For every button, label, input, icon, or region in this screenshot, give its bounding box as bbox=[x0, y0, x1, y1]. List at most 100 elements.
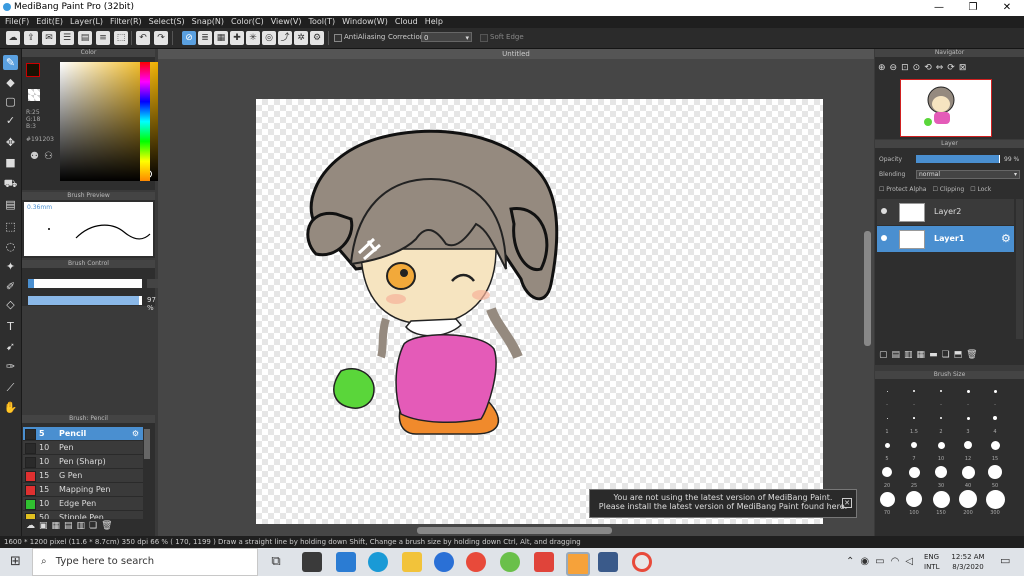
notification-center-icon[interactable]: ▭ bbox=[1000, 554, 1014, 570]
brush-list-scrollbar[interactable] bbox=[144, 429, 150, 459]
redo-icon[interactable]: ↷ bbox=[154, 31, 168, 45]
color-set-icon[interactable]: ⚉ bbox=[30, 151, 39, 162]
lock-checkbox[interactable]: ☐ Lock bbox=[970, 186, 991, 193]
show-hidden-icons-icon[interactable]: ⌃ bbox=[846, 556, 854, 567]
brush-size-dot[interactable] bbox=[886, 390, 888, 392]
blending-select[interactable]: normal ▾ bbox=[916, 170, 1020, 179]
brush-folder-icon[interactable]: ▥ bbox=[77, 521, 86, 535]
brush-size-dot[interactable] bbox=[985, 489, 1005, 509]
rotate-right-icon[interactable]: ⟳ bbox=[947, 63, 955, 73]
soft-edge-checkbox[interactable] bbox=[480, 34, 488, 42]
chrome-2-icon[interactable] bbox=[632, 552, 652, 572]
language-indicator[interactable]: ENG INTL bbox=[924, 552, 939, 572]
brush-size-dot[interactable] bbox=[879, 491, 895, 507]
text-tool-icon[interactable]: T bbox=[3, 319, 18, 334]
wifi-icon[interactable]: ◠ bbox=[891, 556, 900, 567]
brush-size-dot[interactable] bbox=[932, 490, 950, 508]
brush-delete-icon[interactable]: 🗑 bbox=[101, 521, 112, 535]
menu-tool[interactable]: Tool(T) bbox=[308, 16, 335, 28]
parallel-snap-icon[interactable]: ≣ bbox=[198, 31, 212, 45]
document-tab[interactable]: Untitled bbox=[158, 49, 874, 59]
move-tool-icon[interactable]: ✥ bbox=[3, 135, 18, 150]
brush-list-item[interactable]: 10 Pen (Sharp) bbox=[23, 455, 143, 469]
brush-size-dot[interactable] bbox=[908, 466, 920, 478]
brush-copy-icon[interactable]: ❏ bbox=[89, 521, 97, 535]
layer-folder-icon[interactable]: ▬ bbox=[929, 350, 938, 360]
bucket-tool-icon[interactable]: ⛟ bbox=[3, 176, 18, 191]
brush-size-dot[interactable] bbox=[966, 416, 970, 420]
operation-tool-icon[interactable]: ➹ bbox=[3, 339, 18, 354]
lasso-tool-icon[interactable]: ◌ bbox=[3, 239, 18, 254]
layer-row-layer2[interactable]: Layer2 bbox=[877, 199, 1014, 225]
share-icon[interactable]: ⇪ bbox=[24, 31, 38, 45]
menu-filter[interactable]: Filter(R) bbox=[110, 16, 142, 28]
brush-settings-icon[interactable]: ▤ bbox=[64, 521, 73, 535]
brush-size-dot[interactable] bbox=[940, 390, 942, 392]
flip-icon[interactable]: ⇔ bbox=[936, 63, 944, 73]
app-red-icon[interactable] bbox=[534, 552, 554, 572]
brush-list-item[interactable]: 15 Mapping Pen bbox=[23, 483, 143, 497]
menu-select[interactable]: Select(S) bbox=[149, 16, 185, 28]
snap-off-icon[interactable]: ⊘ bbox=[182, 31, 196, 45]
brush-size-dot[interactable] bbox=[959, 490, 977, 508]
select-tool-icon[interactable]: ⬚ bbox=[3, 219, 18, 234]
menu-snap[interactable]: Snap(N) bbox=[192, 16, 224, 28]
correction-select[interactable]: 0 ▾ bbox=[421, 32, 472, 42]
task-view-icon[interactable]: ⧉ bbox=[266, 552, 286, 572]
reset-rotation-icon[interactable]: ⊠ bbox=[959, 63, 967, 73]
layer-scrollbar[interactable] bbox=[1016, 199, 1023, 339]
actual-size-icon[interactable]: ⊙ bbox=[913, 63, 921, 73]
brush-size-dot[interactable] bbox=[993, 389, 997, 393]
brush-size-dot[interactable] bbox=[988, 465, 1002, 479]
brush-tool-icon[interactable]: ✎ bbox=[3, 55, 18, 70]
clipping-checkbox[interactable]: ☐ Clipping bbox=[932, 186, 964, 193]
brush-size-dot[interactable] bbox=[937, 441, 945, 449]
chrome-icon[interactable] bbox=[466, 552, 486, 572]
menu-layer[interactable]: Layer(L) bbox=[70, 16, 103, 28]
antivirus-icon[interactable]: ◉ bbox=[860, 556, 869, 567]
clock[interactable]: 12:52 AM 8/3/2020 bbox=[948, 552, 988, 572]
select-rect-icon[interactable]: ▢ bbox=[3, 94, 18, 109]
file-explorer-icon[interactable] bbox=[402, 552, 422, 572]
cross-snap-icon[interactable]: ✚ bbox=[230, 31, 244, 45]
brush-size-dot[interactable] bbox=[935, 466, 947, 478]
list-icon[interactable]: ≡ bbox=[96, 31, 110, 45]
eyedropper-icon[interactable]: ⟋ bbox=[3, 380, 18, 395]
canvas-paper[interactable] bbox=[256, 99, 823, 524]
brush-cloud-icon[interactable]: ☁ bbox=[26, 521, 35, 535]
brush-list-item[interactable]: 5 Pencil ⚙ bbox=[23, 427, 143, 441]
select-pen-icon[interactable]: ✐ bbox=[3, 279, 18, 294]
brush-add-icon[interactable]: ▣ bbox=[39, 521, 48, 535]
layer-settings-icon[interactable]: ⚙ bbox=[1001, 232, 1011, 245]
grid-snap-icon[interactable]: ▦ bbox=[214, 31, 228, 45]
select-eraser-icon[interactable]: ◇ bbox=[3, 297, 18, 312]
deselect-icon[interactable]: ⬚ bbox=[114, 31, 128, 45]
layer-opacity-slider[interactable] bbox=[916, 155, 1000, 163]
navigator-preview[interactable] bbox=[900, 79, 992, 137]
visibility-icon[interactable] bbox=[881, 235, 887, 241]
radial-snap-icon[interactable]: ✳ bbox=[246, 31, 260, 45]
windows-start-icon[interactable]: ⊞ bbox=[10, 555, 24, 569]
brush-size-dot[interactable] bbox=[884, 442, 890, 448]
menu-window[interactable]: Window(W) bbox=[342, 16, 388, 28]
brush-import-icon[interactable]: ▦ bbox=[52, 521, 61, 535]
zalo-icon[interactable] bbox=[434, 552, 454, 572]
visibility-icon[interactable] bbox=[881, 208, 887, 214]
brush-size-dot[interactable] bbox=[886, 417, 888, 419]
app-green-icon[interactable] bbox=[500, 552, 520, 572]
close-button[interactable]: ✕ bbox=[992, 0, 1022, 16]
edge-icon[interactable] bbox=[368, 552, 388, 572]
brush-size-dot[interactable] bbox=[961, 465, 975, 479]
merge-layer-icon[interactable]: ⬒ bbox=[954, 350, 963, 360]
delete-layer-icon[interactable]: 🗑 bbox=[966, 350, 977, 360]
store-icon[interactable] bbox=[302, 552, 322, 572]
menu-help[interactable]: Help bbox=[425, 16, 443, 28]
brush-size-dot[interactable] bbox=[940, 417, 942, 419]
magic-wand-icon[interactable]: ✦ bbox=[3, 259, 18, 274]
gradient-tool-icon[interactable]: ▤ bbox=[3, 197, 18, 212]
new-layer-icon[interactable]: ▢ bbox=[879, 350, 888, 360]
zoom-in-icon[interactable]: ⊕ bbox=[878, 63, 886, 73]
menu-icon[interactable]: ☰ bbox=[60, 31, 74, 45]
brush-size-dot[interactable] bbox=[964, 441, 972, 449]
dot-pen-icon[interactable]: ✓ bbox=[3, 113, 18, 128]
